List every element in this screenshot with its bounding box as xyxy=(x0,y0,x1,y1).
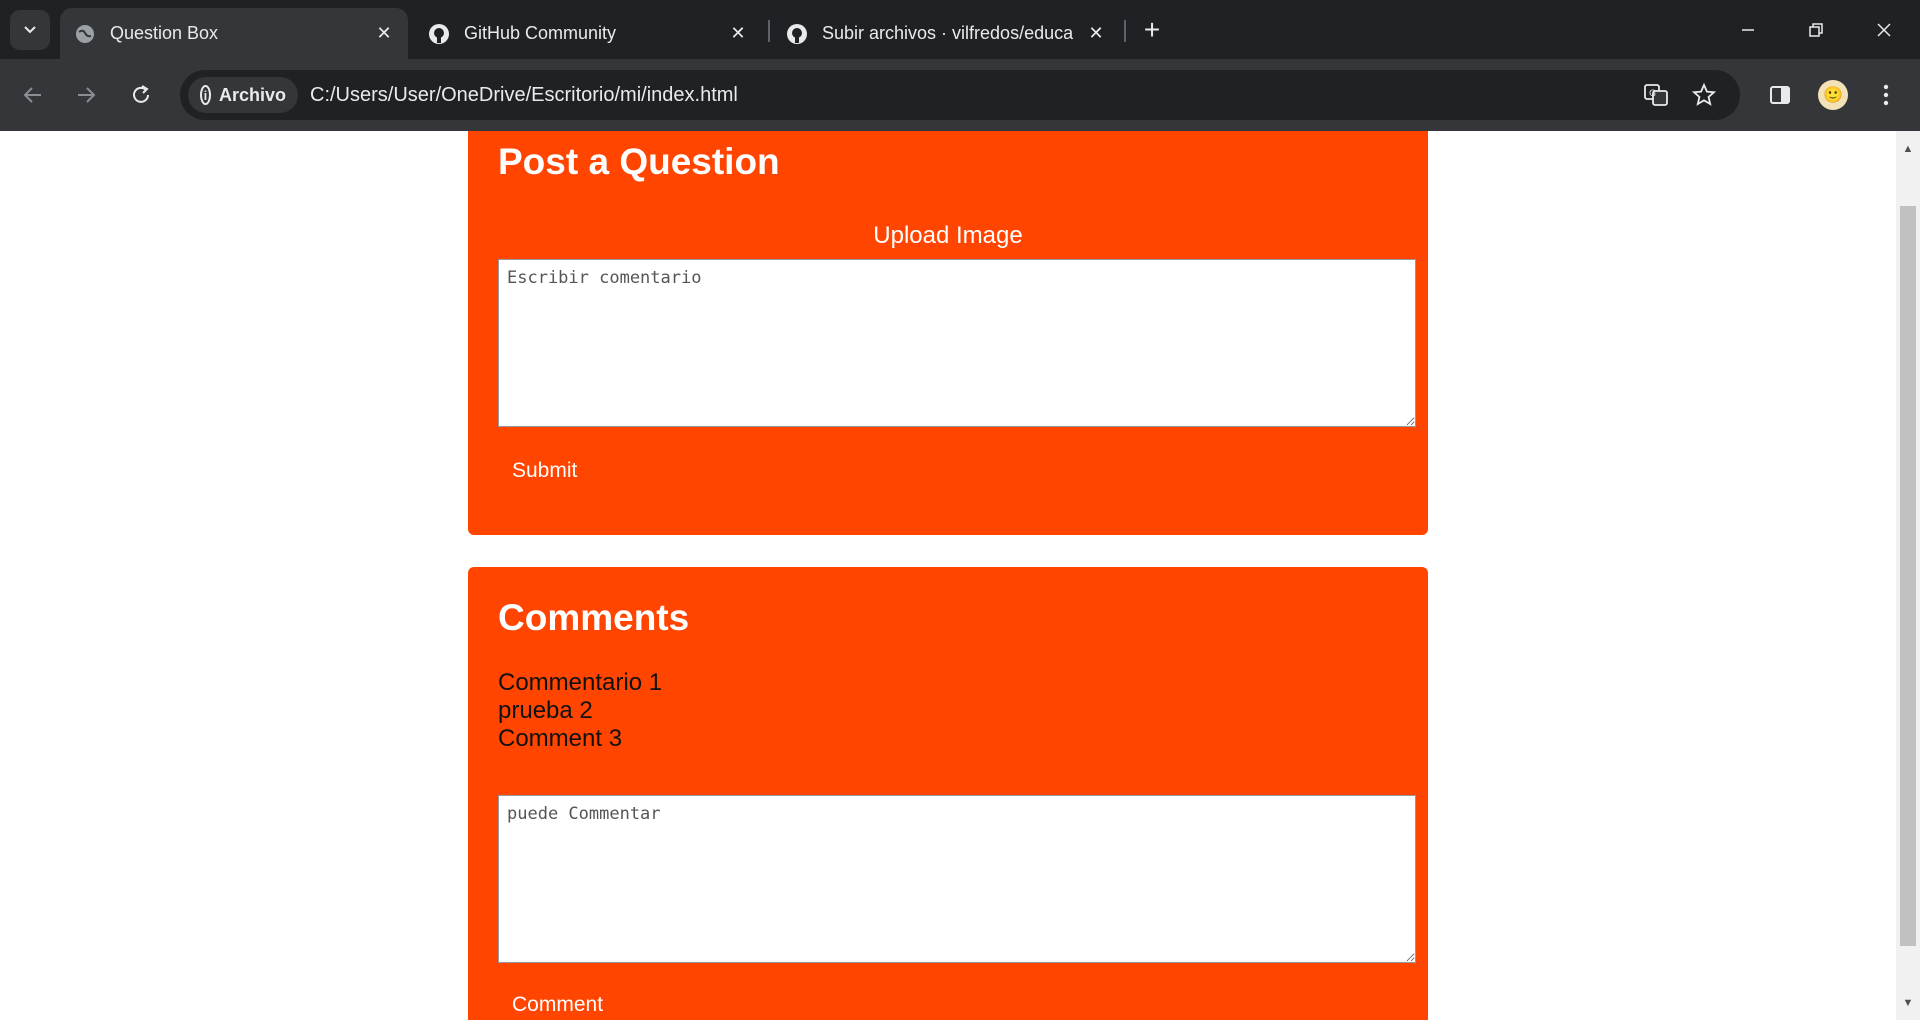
vertical-scrollbar[interactable]: ▲ ▼ xyxy=(1896,131,1920,1020)
tab-title: Subir archivos · vilfredos/educa xyxy=(822,23,1074,43)
tab-title: Question Box xyxy=(110,23,219,43)
arrow-right-icon xyxy=(78,87,96,103)
restore-icon xyxy=(1809,22,1823,37)
minimize-icon xyxy=(1742,28,1754,31)
translate-icon[interactable]: G xyxy=(1640,79,1672,111)
tab-subir-archivos[interactable]: Subir archivos · vilfredos/educa ✕ xyxy=(772,8,1120,59)
comment-item: prueba 2 xyxy=(498,697,593,724)
comments-card: Comments Commentario 1 prueba 2 Comment … xyxy=(468,567,1428,1020)
tab-github-community[interactable]: GitHub Community ✕ xyxy=(414,8,762,59)
comment-button[interactable]: Comment xyxy=(498,989,617,1020)
close-icon[interactable]: ✕ xyxy=(1084,22,1108,46)
site-chip-label: Archivo xyxy=(218,84,286,105)
svg-text:G: G xyxy=(1649,89,1656,99)
bookmark-star-icon[interactable] xyxy=(1688,79,1720,111)
tab-separator xyxy=(1124,20,1126,42)
reload-button[interactable] xyxy=(121,75,161,115)
url-text[interactable]: C:/Users/User/OneDrive/Escritorio/mi/ind… xyxy=(310,70,738,120)
minimize-button[interactable] xyxy=(1714,0,1782,59)
comments-list: Commentario 1 prueba 2 Comment 3 xyxy=(498,669,662,753)
chevron-down-icon xyxy=(24,26,36,34)
globe-icon xyxy=(74,23,96,45)
upload-image-button[interactable]: Upload Image xyxy=(468,222,1428,250)
page-viewport: Post a Question Upload Image Submit Comm… xyxy=(0,131,1896,1020)
address-bar[interactable]: i Archivo C:/Users/User/OneDrive/Escrito… xyxy=(180,70,1740,120)
tab-separator xyxy=(768,20,770,42)
browser-toolbar: i Archivo C:/Users/User/OneDrive/Escrito… xyxy=(0,59,1920,131)
github-icon xyxy=(428,23,450,45)
tab-title: GitHub Community xyxy=(464,23,617,43)
github-icon xyxy=(786,23,808,45)
info-icon: i xyxy=(200,85,211,105)
close-icon[interactable]: ✕ xyxy=(726,22,750,46)
arrow-left-icon xyxy=(23,87,41,103)
menu-button[interactable] xyxy=(1866,75,1906,115)
profile-button[interactable]: 🙂 xyxy=(1813,75,1853,115)
submit-button[interactable]: Submit xyxy=(498,455,591,487)
back-button[interactable] xyxy=(13,75,53,115)
tab-question-box[interactable]: Question Box ✕ xyxy=(60,8,408,59)
post-question-title: Post a Question xyxy=(498,141,780,182)
side-panel-button[interactable] xyxy=(1760,75,1800,115)
side-panel-icon xyxy=(1770,86,1790,104)
tab-search-button[interactable] xyxy=(10,10,50,50)
question-textarea[interactable] xyxy=(498,259,1416,427)
tab-strip: Question Box ✕ GitHub Community ✕ Subir … xyxy=(0,0,1920,59)
scrollbar-thumb[interactable] xyxy=(1900,206,1916,946)
close-icon xyxy=(1877,22,1891,37)
restore-button[interactable] xyxy=(1782,0,1850,59)
close-icon[interactable]: ✕ xyxy=(372,22,396,46)
kebab-menu-icon xyxy=(1883,84,1889,106)
scroll-up-arrow-icon[interactable]: ▲ xyxy=(1896,137,1920,161)
comments-title: Comments xyxy=(498,597,690,638)
avatar: 🙂 xyxy=(1818,80,1848,110)
reload-icon xyxy=(133,85,149,103)
new-tab-button[interactable]: + xyxy=(1136,14,1168,46)
comment-item: Comment 3 xyxy=(498,725,623,752)
comment-textarea[interactable] xyxy=(498,795,1416,963)
close-window-button[interactable] xyxy=(1850,0,1918,59)
scroll-down-arrow-icon[interactable]: ▼ xyxy=(1896,991,1920,1015)
forward-button[interactable] xyxy=(66,75,106,115)
comment-item: Commentario 1 xyxy=(498,669,663,696)
post-question-card: Post a Question Upload Image Submit xyxy=(468,131,1428,535)
site-info-chip[interactable]: i Archivo xyxy=(188,77,298,113)
